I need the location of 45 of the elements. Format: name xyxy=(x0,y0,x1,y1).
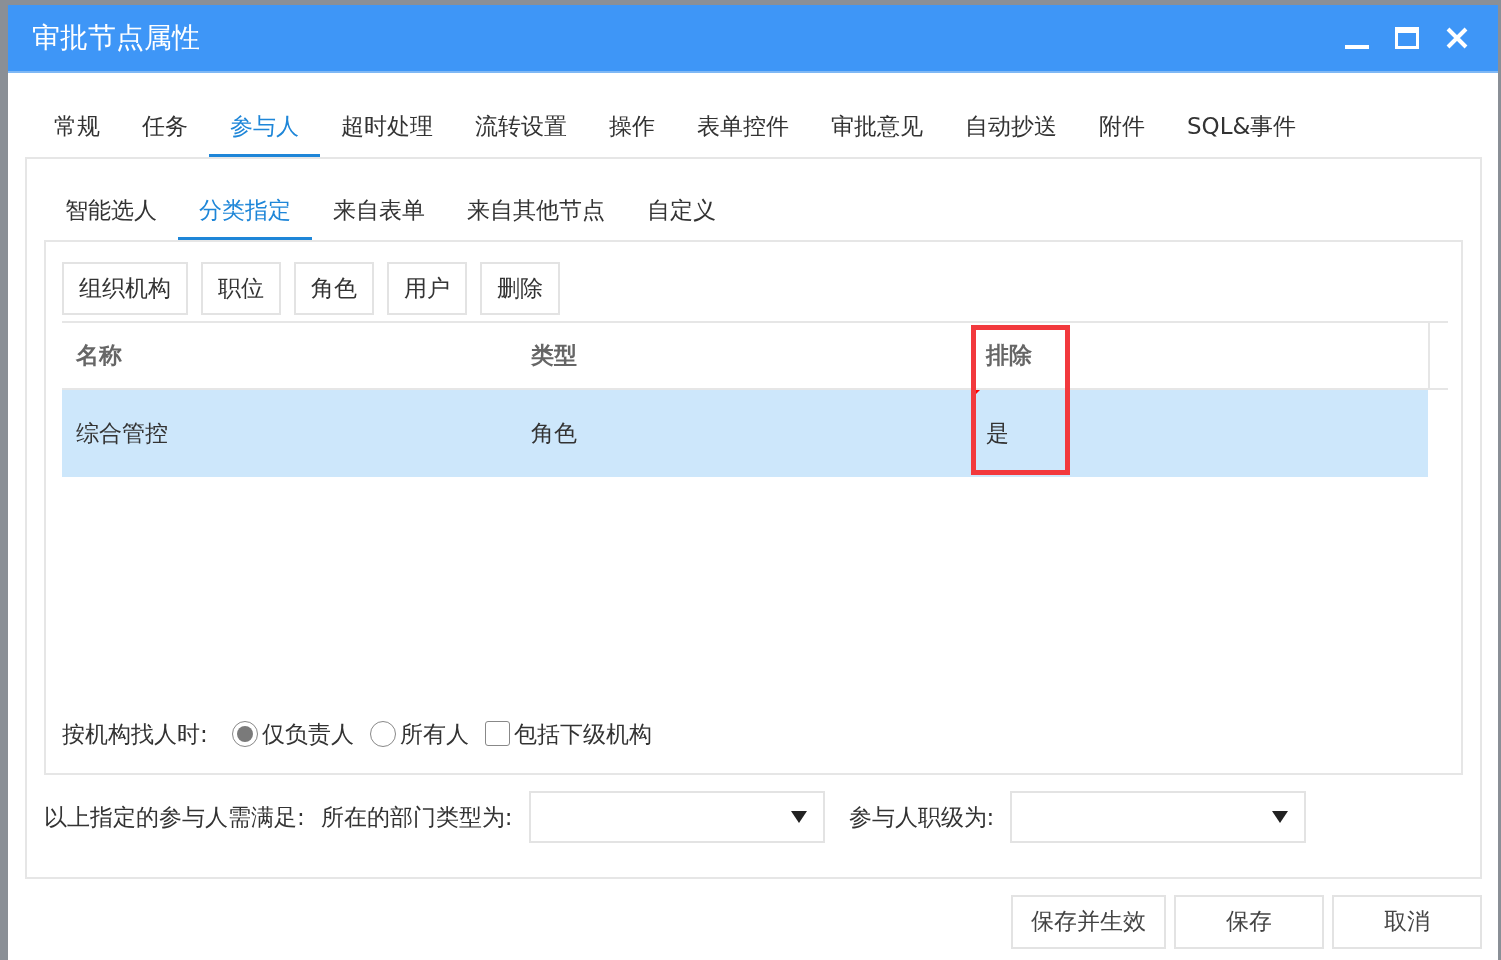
tab[interactable]: 流转设置 xyxy=(454,101,588,157)
tab[interactable]: 任务 xyxy=(121,101,209,157)
tab[interactable]: 附件 xyxy=(1078,101,1166,157)
tab[interactable]: 超时处理 xyxy=(320,101,454,157)
close-icon xyxy=(1446,27,1468,49)
tab[interactable]: 参与人 xyxy=(209,101,320,157)
subtab[interactable]: 自定义 xyxy=(626,172,737,240)
tab[interactable]: 操作 xyxy=(588,101,676,157)
radio-button[interactable] xyxy=(369,720,396,747)
option-label[interactable]: 所有人 xyxy=(399,716,469,751)
subtab[interactable]: 来自其他节点 xyxy=(446,172,626,240)
window-title: 审批节点属性 xyxy=(32,20,200,56)
table-cell: 角色 xyxy=(517,389,972,477)
field-label: 所在的部门类型为: xyxy=(320,802,513,832)
toolbar-button[interactable]: 用户 xyxy=(387,262,467,315)
option-label[interactable]: 仅负责人 xyxy=(261,716,354,751)
footer-button[interactable]: 保存 xyxy=(1174,894,1324,949)
tab[interactable]: 审批意见 xyxy=(810,101,944,157)
subtab[interactable]: 智能选人 xyxy=(44,172,178,240)
radio-button[interactable] xyxy=(231,720,258,747)
subtab[interactable]: 分类指定 xyxy=(178,172,312,240)
checkbox[interactable] xyxy=(484,721,510,747)
toolbar-button[interactable]: 组织机构 xyxy=(62,262,188,315)
table-cell: 综合管控 xyxy=(62,389,517,477)
option-label[interactable]: 包括下级机构 xyxy=(513,716,652,751)
dropdown-field[interactable] xyxy=(1010,791,1307,843)
footer-button[interactable]: 取消 xyxy=(1332,894,1482,949)
tab[interactable]: 自动抄送 xyxy=(944,101,1078,157)
toolbar-button[interactable]: 删除 xyxy=(480,262,560,315)
maximize-icon xyxy=(1395,27,1419,49)
tab[interactable]: 常规 xyxy=(33,101,121,157)
toolbar-button[interactable]: 角色 xyxy=(294,262,374,315)
caret-icon xyxy=(1272,811,1289,823)
subtab[interactable]: 来自表单 xyxy=(312,172,446,240)
field-label: 参与人职级为: xyxy=(848,802,995,832)
minimize-icon xyxy=(1345,45,1369,49)
field-label: 按机构找人时: xyxy=(62,719,208,749)
toolbar-button[interactable]: 职位 xyxy=(201,262,281,315)
dropdown-field[interactable] xyxy=(528,791,825,843)
caret-icon xyxy=(790,811,807,823)
field-label: 以上指定的参与人需满足: xyxy=(44,802,305,832)
footer-button[interactable]: 保存并生效 xyxy=(1011,894,1166,949)
tab[interactable]: SQL&事件 xyxy=(1166,101,1318,157)
tab[interactable]: 表单控件 xyxy=(676,101,810,157)
table-cell: 是 xyxy=(972,389,1428,477)
